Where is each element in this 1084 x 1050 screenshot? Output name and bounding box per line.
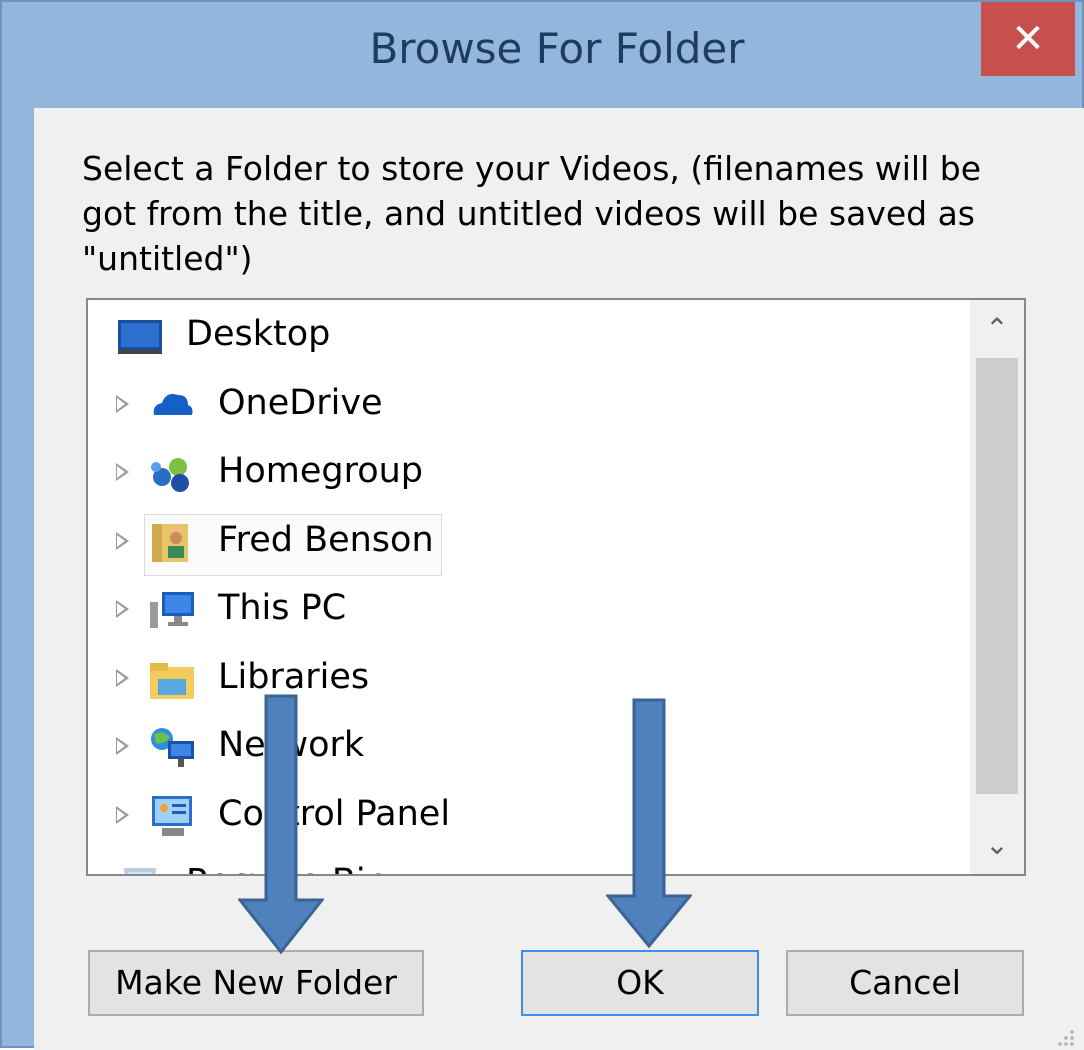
expand-arrow-icon[interactable]: [116, 737, 129, 755]
tree-item-label: This PC: [218, 588, 347, 628]
tree-item-this-pc[interactable]: This PC: [88, 580, 968, 640]
tree-item-network[interactable]: Network: [88, 717, 968, 777]
desktop-icon: [116, 314, 164, 358]
this-pc-icon: [148, 588, 196, 632]
arrow-annotation-ok: [606, 698, 692, 949]
expand-arrow-icon[interactable]: [116, 463, 129, 481]
network-icon: [148, 725, 196, 769]
tree-item-label: Fred Benson: [218, 519, 434, 560]
close-button[interactable]: ✕: [981, 2, 1075, 76]
scroll-up-icon[interactable]: ⌃: [970, 300, 1024, 358]
arrow-annotation-make-new-folder: [238, 694, 324, 955]
resize-grip-icon[interactable]: [1038, 1026, 1078, 1050]
tree-item-libraries[interactable]: Libraries: [88, 649, 968, 709]
onedrive-cloud-icon: [148, 383, 196, 427]
tree-item-onedrive[interactable]: OneDrive: [88, 375, 968, 435]
expand-arrow-icon[interactable]: [116, 668, 129, 687]
scroll-down-icon[interactable]: ⌄: [970, 816, 1024, 874]
make-new-folder-button[interactable]: Make New Folder: [88, 950, 424, 1016]
cancel-button[interactable]: Cancel: [786, 950, 1024, 1016]
tree-item-desktop[interactable]: Desktop: [88, 306, 968, 366]
control-panel-icon: [148, 794, 196, 838]
expand-arrow-icon[interactable]: [116, 805, 129, 824]
scrollbar-thumb[interactable]: [976, 358, 1018, 794]
title-bar[interactable]: Browse For Folder ✕: [2, 2, 1082, 110]
browse-for-folder-dialog: Browse For Folder ✕ Select a Folder to s…: [0, 0, 1084, 1050]
tree-item-label: OneDrive: [218, 382, 383, 423]
tree-item-control-panel[interactable]: Control Panel: [88, 786, 968, 846]
ok-button[interactable]: OK: [521, 950, 759, 1016]
tree-item-label: Desktop: [186, 314, 331, 354]
recycle-bin-icon: [116, 862, 164, 874]
tree-item-label: Libraries: [218, 656, 370, 697]
dialog-client-area: Select a Folder to store your Videos, (f…: [34, 108, 1084, 1050]
user-folder-icon: [148, 520, 196, 564]
tree-item-label: Homegroup: [218, 451, 424, 491]
vertical-scrollbar[interactable]: ⌃ ⌄: [970, 300, 1024, 874]
expand-arrow-icon[interactable]: [116, 394, 129, 413]
tree-item-homegroup[interactable]: Homegroup: [88, 443, 968, 503]
homegroup-icon: [148, 451, 196, 495]
dialog-title: Browse For Folder: [369, 24, 745, 73]
folder-tree[interactable]: Desktop OneDrive Homegroup Fred Benson This …: [86, 298, 1026, 876]
expand-arrow-icon[interactable]: [116, 531, 129, 550]
expand-arrow-icon[interactable]: [116, 600, 129, 618]
instruction-text: Select a Folder to store your Videos, (f…: [82, 149, 982, 278]
tree-item-fred-benson[interactable]: Fred Benson: [88, 512, 968, 576]
tree-item-recycle-bin[interactable]: Recycle Bin: [88, 854, 968, 874]
libraries-icon: [148, 657, 196, 701]
